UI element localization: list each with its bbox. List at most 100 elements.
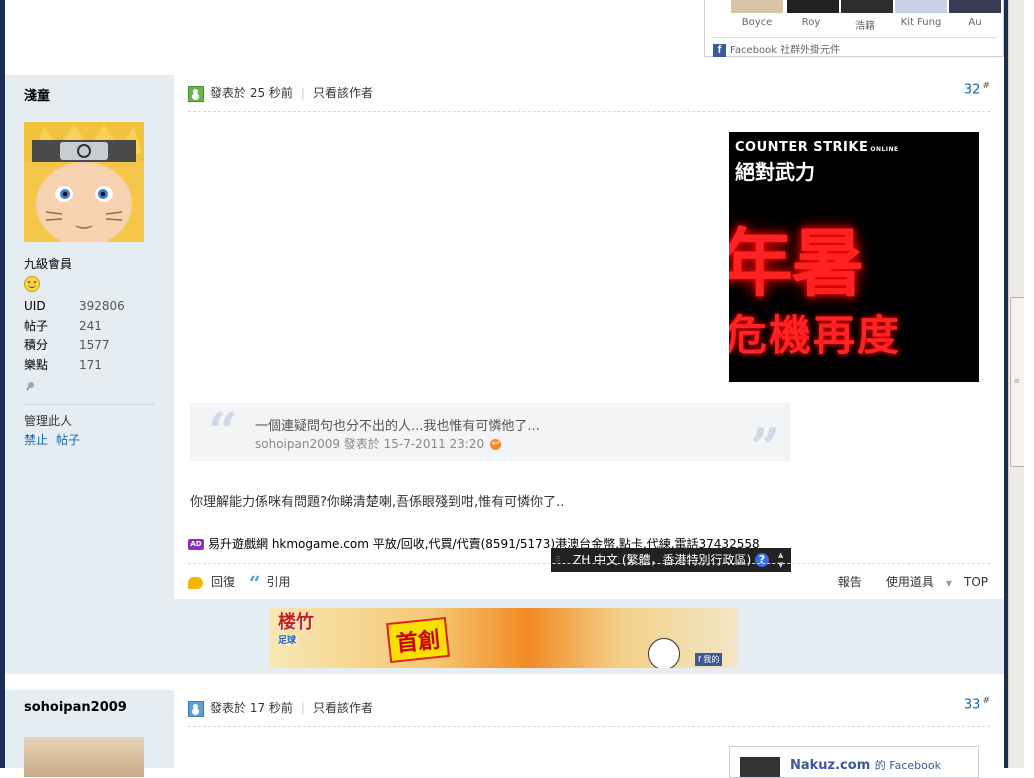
help-icon[interactable]: ? [755,553,769,567]
stat-value[interactable]: 171 [79,358,102,372]
post-meta: 發表於 25 秒前 | 只看該作者 [188,83,988,103]
jump-to-post-icon[interactable]: ↩ [490,439,502,450]
avatar-image [24,122,144,242]
meta-divider [188,111,990,112]
sidebar-divider [24,404,154,405]
floor-hash: # [982,81,990,91]
facebook-widget-footer[interactable]: f Facebook 社群外掛元件 [713,37,997,57]
fan-name[interactable]: Au [945,17,1005,28]
fan-avatar[interactable] [841,0,893,13]
author-name[interactable]: 淺童 [24,85,50,104]
facebook-page-title[interactable]: Nakuz.com 的 Facebook [790,757,941,773]
scroll-grip-icon: ≡ [1014,377,1020,385]
author-sidebar: sohoipan2009 [5,690,174,777]
chevron-down-icon: ▼ [945,579,952,588]
user-posts-link[interactable]: 帖子 [56,433,80,447]
ad-badge-icon: AD [188,539,204,550]
fan-avatar[interactable] [731,0,783,13]
banner-logo-sub: 足球 [278,636,297,646]
author-stats: UID 392806 帖子 241 積分 1577 樂點 171 [24,297,125,375]
top-link[interactable]: TOP [964,575,988,589]
stat-value[interactable]: 1577 [79,338,110,352]
floor-hash: # [982,696,990,706]
fan-name[interactable]: Roy [781,17,841,28]
banner-like-button[interactable]: f 我的 [695,653,723,666]
language-label[interactable]: ZH 中文 (繁體，香港特別行政區) [573,548,751,572]
facebook-page-widget[interactable]: Nakuz.com 的 Facebook [729,746,979,778]
stat-value[interactable]: 241 [79,319,102,333]
post-actions-right: 報告 使用道具 ▼ TOP [826,572,988,594]
rank-smiley-icon [24,276,40,292]
stat-value[interactable]: 392806 [79,299,125,313]
floor-number[interactable]: 32 [964,82,981,97]
drag-handle-icon[interactable]: ⠿ [555,548,561,572]
quote-source-text: sohoipan2009 發表於 15-7-2011 23:20 [255,437,485,451]
reply-button[interactable]: 回復 [211,575,235,589]
author-name[interactable]: sohoipan2009 [24,700,127,715]
football-icon [648,638,680,668]
vertical-scrollbar[interactable]: ≡ [1008,0,1025,768]
post-body: 你理解能力係咪有問題?你睇清楚喇,吾係眼殘到咁,惟有可憐你了.. [190,495,565,510]
quote-text: 一個連疑問句也分不出的人...我也惟有可憐他了... [255,419,540,434]
banner-logo: 楼竹 足球 [278,614,314,650]
ad-brand-text: COUNTER STRIKE [735,140,869,155]
tools-menu[interactable]: 使用道具 ▼ [874,575,952,589]
ad-title: 絕對武力 [735,160,815,184]
author-sidebar: 淺童 九級會員 UID 392806 帖子 241 積分 1577 樂點 171… [5,75,174,599]
football-game-banner[interactable]: 楼竹 足球 首創 f 我的 [270,608,738,668]
post-time: 發表於 17 秒前 [210,701,293,715]
stat-label: UID [24,299,46,313]
ad-big-text: 年暑 [729,221,865,307]
quote-source: sohoipan2009 發表於 15-7-2011 23:20 ↩ [255,435,502,452]
facebook-faces: Boyce Roy 浩籍 Kit Fung Au [721,0,1001,32]
pin-icon [26,382,34,391]
floor-number[interactable]: 33 [964,697,981,712]
quote-icon[interactable]: “ [249,573,261,593]
fan-avatar[interactable] [949,0,1001,13]
stat-row: 樂點 171 [24,356,125,376]
counter-strike-ad-image[interactable]: COUNTER STRIKE ONLINE 絕對武力 年暑 危機再度 [729,132,979,382]
language-options-icon[interactable]: ▲ ▼ [778,548,783,570]
fan-name[interactable]: Kit Fung [891,17,951,28]
actions-divider [188,563,990,564]
fan-name[interactable]: Boyce [727,17,787,28]
banner-badge: 首創 [386,616,450,664]
banner-row: 楼竹 足球 首創 f 我的 [5,599,1004,674]
avatar[interactable] [24,122,144,242]
meta-separator: | [300,701,305,715]
only-author-link[interactable]: 只看該作者 [313,701,373,715]
page-name[interactable]: Nakuz.com [790,758,870,773]
post-floor-number[interactable]: 33 # [964,696,990,712]
reply-icon[interactable] [188,576,203,589]
ad-brand-sub: ONLINE [870,146,899,153]
stat-label: 帖子 [24,318,49,333]
language-bar[interactable]: ⠿ ZH 中文 (繁體，香港特別行政區) ? ▲ ▼ [551,548,791,572]
facebook-fans-widget: Boyce Roy 浩籍 Kit Fung Au f Facebook 社群外掛元… [704,0,1004,57]
ban-user-link[interactable]: 禁止 [24,433,48,447]
stat-row: 積分 1577 [24,336,125,356]
meta-separator: | [300,86,305,100]
post-actions: 回復 “ 引用 報告 使用道具 ▼ TOP [188,572,988,594]
fan-name[interactable]: 浩籍 [835,17,895,32]
fan-avatar[interactable] [895,0,947,13]
post-meta: 發表於 17 秒前 | 只看該作者 [188,698,988,718]
page-suffix: 的 Facebook [874,759,941,772]
fan-avatar[interactable] [787,0,839,13]
avatar[interactable] [24,737,144,777]
post-content: 發表於 17 秒前 | 只看該作者 33 # Nakuz.com 的 Facebook [174,690,1004,778]
post-gap [5,674,1004,690]
quote-open-icon: “ [208,402,238,463]
tools-label[interactable]: 使用道具 [886,575,934,589]
member-level[interactable]: 九級會員 [24,255,72,272]
post-content: 發表於 25 秒前 | 只看該作者 32 # COUNTER STRIKE ONLINE… [174,75,1004,599]
meta-divider [188,726,990,727]
ad-mid-text: 危機再度 [729,311,902,360]
quote-button[interactable]: 引用 [267,575,291,589]
post-floor-number[interactable]: 32 # [964,81,990,97]
only-author-link[interactable]: 只看該作者 [313,86,373,100]
page-thumbnail [740,757,780,777]
report-button[interactable]: 報告 [838,575,862,589]
scrollbar-thumb[interactable]: ≡ [1010,297,1025,467]
user-online-icon [188,85,204,102]
stat-label: 積分 [24,338,49,352]
